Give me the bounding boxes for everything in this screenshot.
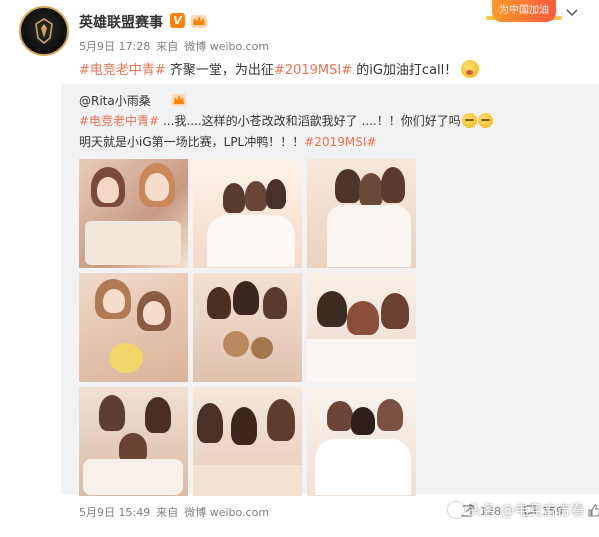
weibo-post-card: 英雄联盟赛事 V 为中国加油 5月9日 17:28 来自 微博 weibo.com … — [0, 0, 599, 537]
repost-source[interactable]: 微博 weibo.com — [184, 506, 269, 519]
hashtag-link[interactable]: #2019MSI# — [304, 135, 376, 149]
lol-logo-icon — [35, 18, 53, 44]
hashtag-link[interactable]: #2019MSI# — [274, 63, 352, 78]
source-prefix: 来自 — [156, 40, 179, 53]
watermark-logo-icon — [448, 502, 464, 518]
account-avatar[interactable] — [19, 6, 69, 56]
repost-text-line: #电竞老中青# ...我....这样的小苍改改和滔歆我好了 ....！！你们好了… — [79, 112, 493, 129]
repost-box: @Rita小雨桑 #电竞老中青# ...我....这样的小苍改改和滔歆我好了 .… — [61, 84, 599, 519]
post-meta: 5月9日 17:28 来自 微博 weibo.com — [79, 38, 275, 54]
post-source[interactable]: 微博 weibo.com — [184, 40, 269, 53]
hashtag-link[interactable]: #电竞老中青# — [79, 63, 166, 78]
repost-meta: 5月9日 15:49 来自 微博 weibo.com — [79, 504, 275, 520]
account-name[interactable]: 英雄联盟赛事 — [79, 12, 163, 32]
photo-thumbnail[interactable] — [193, 387, 302, 496]
cheer-banner[interactable]: 为中国加油 — [492, 0, 556, 22]
source-prefix: 来自 — [156, 506, 179, 519]
photo-thumbnail[interactable] — [79, 273, 188, 382]
thumbs-up-icon — [588, 504, 599, 517]
photo-thumbnail[interactable] — [193, 273, 302, 382]
like-button[interactable]: 579 — [587, 504, 599, 518]
shy-emoji-icon — [477, 113, 493, 128]
verified-badge-icon: V — [170, 13, 185, 28]
repost-text-line: 明天就是小iG第一场比赛，LPL冲鸭！！！#2019MSI# — [79, 133, 376, 150]
vip-crown-icon[interactable] — [190, 12, 208, 29]
repost-date[interactable]: 5月9日 15:49 — [79, 506, 150, 519]
repost-text-segment: ...我....这样的小苍改改和滔歆我好了 ....！！你们好了吗 — [159, 114, 461, 128]
post-text-segment: 的iG加油打call！ — [352, 63, 458, 78]
post-text: #电竞老中青# 齐聚一堂，为出征#2019MSI# 的iG加油打call！ — [79, 59, 480, 78]
photo-thumbnail[interactable] — [193, 159, 302, 268]
photo-thumbnail[interactable] — [307, 159, 416, 268]
post-date[interactable]: 5月9日 17:28 — [79, 40, 150, 53]
photo-thumbnail[interactable] — [307, 387, 416, 496]
photo-thumbnail[interactable] — [79, 159, 188, 268]
photo-thumbnail[interactable] — [307, 273, 416, 382]
post-text-segment: 齐聚一堂，为出征 — [165, 63, 274, 78]
repost-user[interactable]: @Rita小雨桑 — [79, 92, 151, 109]
shy-emoji-icon — [461, 113, 477, 128]
chevron-down-icon[interactable] — [566, 6, 578, 18]
repost-text-segment: 明天就是小iG第一场比赛，LPL冲鸭！！！ — [79, 135, 305, 149]
hashtag-link[interactable]: #电竞老中青# — [79, 114, 159, 128]
photo-thumbnail[interactable] — [79, 387, 188, 496]
vip-crown-icon[interactable] — [171, 92, 187, 107]
smile-emoji-icon — [461, 60, 480, 78]
watermark-text: 头条 @电竞吉吉看 — [468, 503, 585, 519]
